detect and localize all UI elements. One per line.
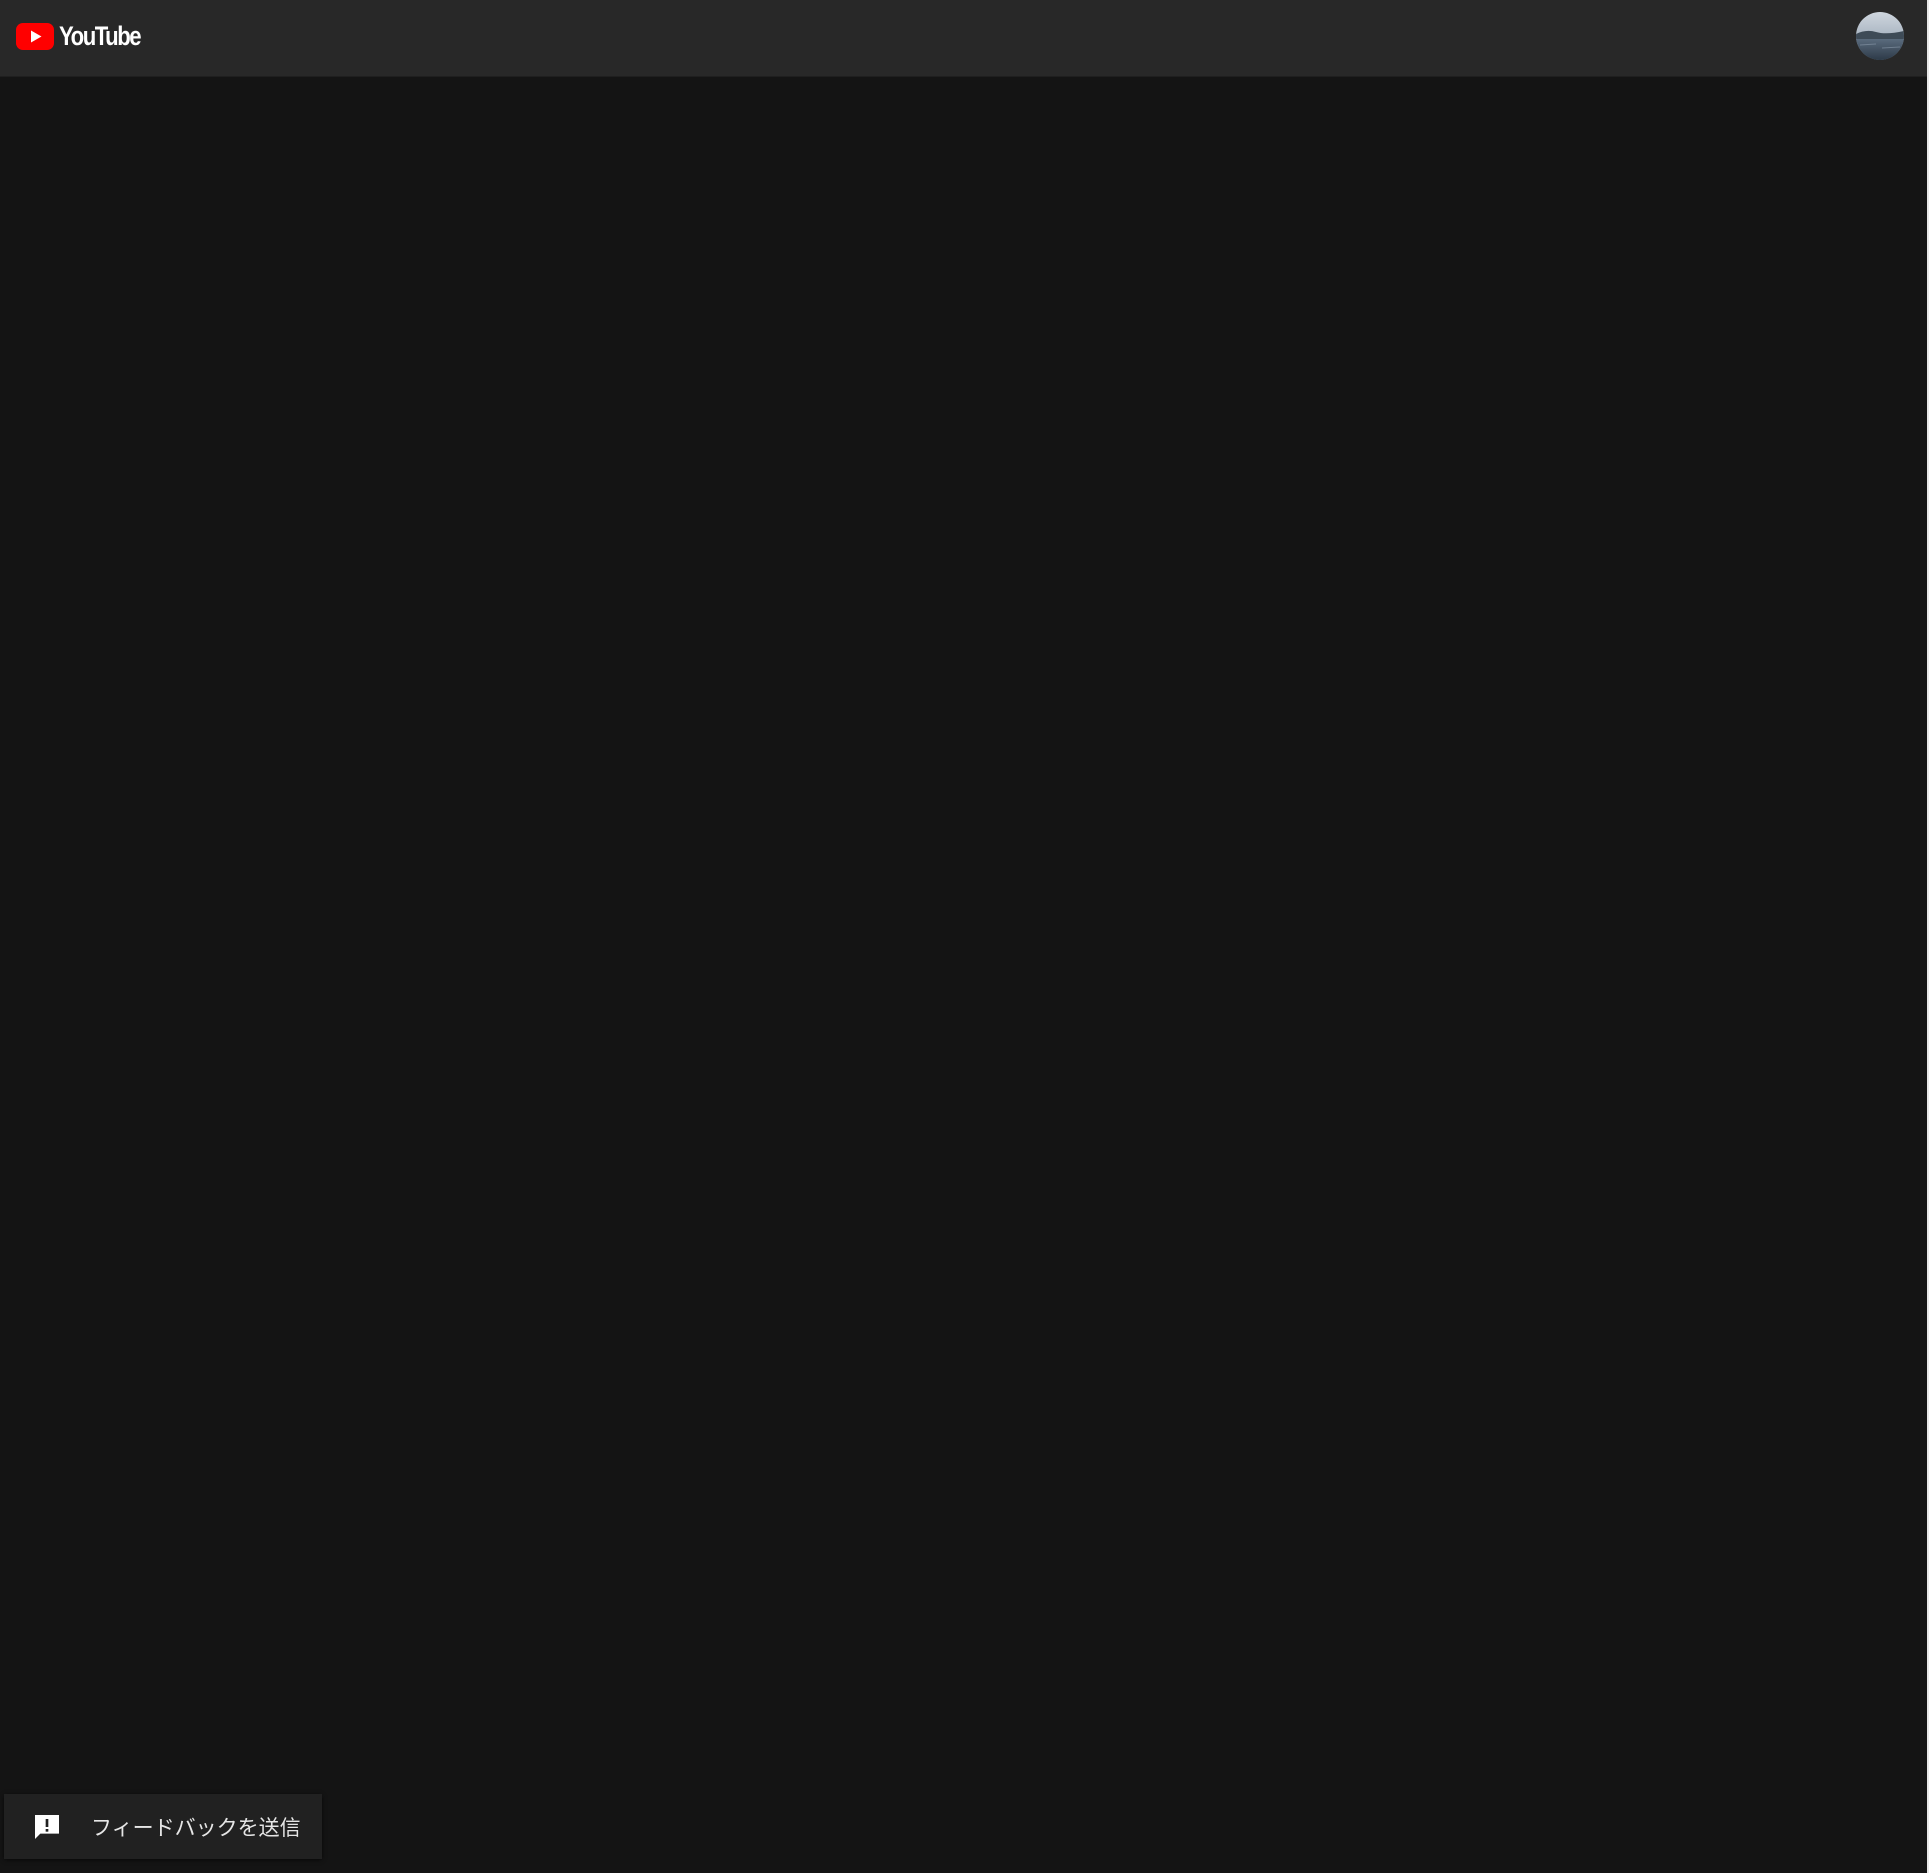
send-feedback-button[interactable]: フィードバックを送信 [4,1794,322,1859]
logo-text: YouTube [59,21,142,51]
page: YouTube フィードバックを送信 [0,0,1929,1873]
top-bar: YouTube [0,0,1929,77]
feedback-label: フィードバックを送信 [91,1815,301,1840]
avatar-image [1856,12,1904,60]
account-avatar[interactable] [1856,12,1904,60]
feedback-icon [29,1809,65,1845]
youtube-logo[interactable]: YouTube [16,21,158,51]
youtube-play-icon [16,22,54,50]
